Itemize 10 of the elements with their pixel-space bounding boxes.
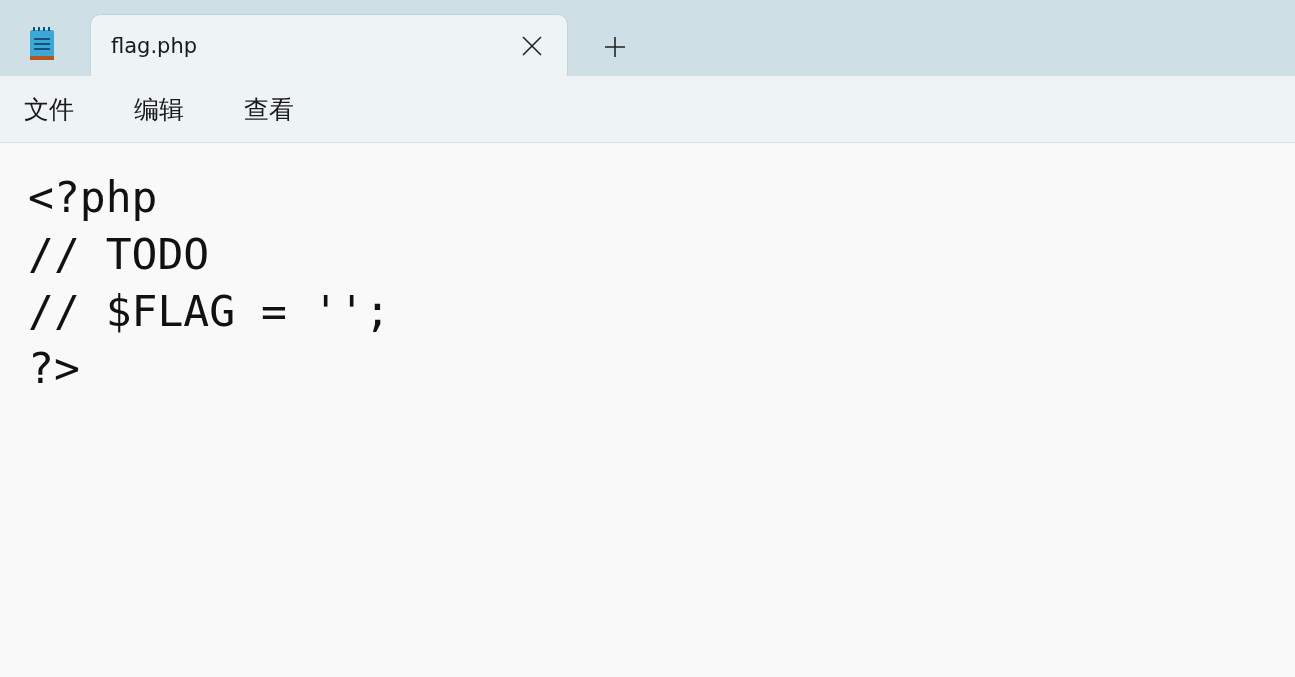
code-line: // $FLAG = ''; [28,285,391,338]
code-line: ?> [28,342,80,395]
code-line: <?php [28,171,158,224]
tab-title: flag.php [111,33,199,58]
menu-item[interactable]: 查看 [230,86,308,132]
menu-item[interactable]: 文件 [10,86,88,132]
code-line: // TODO [28,228,210,281]
menu-item[interactable]: 编辑 [120,86,198,132]
file-tab[interactable]: flag.php [90,14,568,76]
notepad-icon [28,27,56,61]
